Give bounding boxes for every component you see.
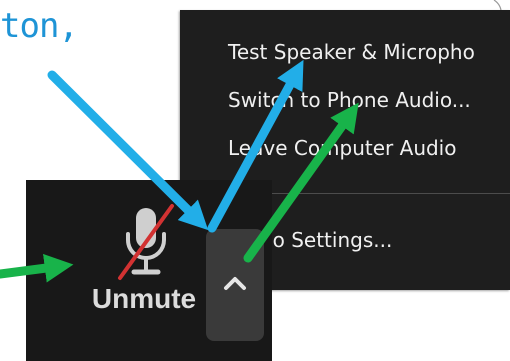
meeting-toolbar: Unmute xyxy=(26,180,272,361)
microphone-muted-icon xyxy=(118,204,174,280)
unmute-label: Unmute xyxy=(91,283,197,314)
caption-area: ton, xyxy=(0,0,170,70)
instruction-caption: ton, xyxy=(0,6,79,46)
menu-item-switch-to-phone-audio[interactable]: Switch to Phone Audio... xyxy=(228,88,471,112)
menu-item-test-speaker-microphone[interactable]: Test Speaker & Micropho xyxy=(228,40,475,64)
menu-item-leave-computer-audio[interactable]: Leave Computer Audio xyxy=(228,136,456,160)
audio-options-caret-button[interactable] xyxy=(206,229,264,341)
unmute-button[interactable]: Unmute xyxy=(68,180,220,361)
chevron-up-icon xyxy=(224,277,246,290)
